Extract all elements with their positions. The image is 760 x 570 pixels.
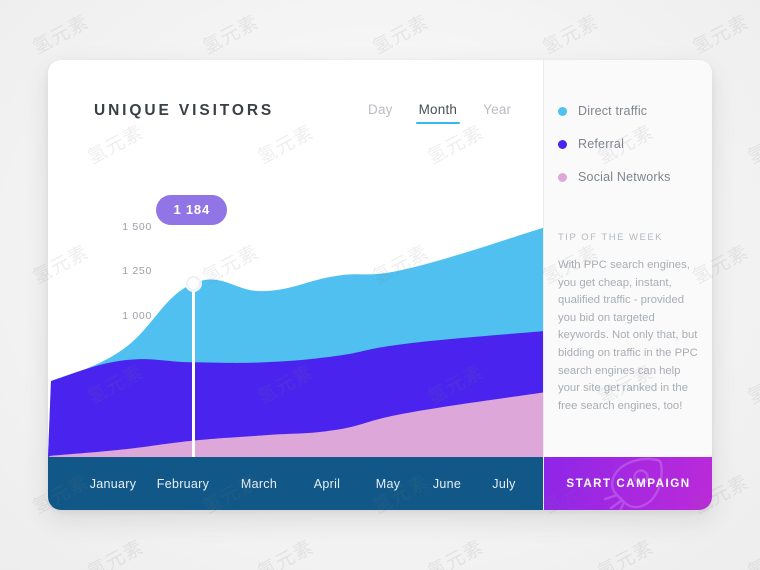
tip-of-the-week: TIP OF THE WEEK With PPC search engines,… <box>558 232 702 415</box>
dashboard-card: UNIQUE VISITORS Day Month Year 1 500 1 2… <box>48 60 712 510</box>
month-tab-july[interactable]: July <box>476 477 532 491</box>
watermark-text: 氢元素 <box>424 536 488 570</box>
tip-heading: TIP OF THE WEEK <box>558 232 664 243</box>
watermark-text: 氢元素 <box>744 536 760 570</box>
month-tab-january[interactable]: January <box>82 477 144 491</box>
month-tab-june[interactable]: June <box>418 477 476 491</box>
watermark-text: 氢元素 <box>594 536 658 570</box>
stacked-area-chart <box>48 227 543 457</box>
chart-legend: Direct traffic Referral Social Networks <box>558 104 671 203</box>
month-tab-february[interactable]: February <box>144 477 222 491</box>
start-campaign-button[interactable]: START CAMPAIGN <box>544 457 712 510</box>
chart-region: UNIQUE VISITORS Day Month Year 1 500 1 2… <box>48 60 543 510</box>
watermark-text: 氢元素 <box>744 121 760 169</box>
start-campaign-label: START CAMPAIGN <box>566 477 691 490</box>
tooltip-value-badge[interactable]: 1 184 <box>156 195 227 226</box>
legend-dot-icon <box>558 106 567 116</box>
legend-dot-icon <box>558 139 567 149</box>
legend-label: Referral <box>578 137 625 151</box>
legend-item-direct-traffic[interactable]: Direct traffic <box>558 104 671 118</box>
legend-dot-icon <box>558 172 567 182</box>
watermark-text: 氢元素 <box>29 11 93 59</box>
month-tab-may[interactable]: May <box>358 477 418 491</box>
watermark-text: 氢元素 <box>369 11 433 59</box>
watermark-text: 氢元素 <box>539 11 603 59</box>
sidebar: Direct traffic Referral Social Networks … <box>543 60 712 510</box>
tip-body: With PPC search engines, you get cheap, … <box>558 259 698 412</box>
legend-label: Social Networks <box>578 170 671 184</box>
legend-label: Direct traffic <box>578 104 648 118</box>
watermark-text: 氢元素 <box>689 11 753 59</box>
legend-item-referral[interactable]: Referral <box>558 137 671 151</box>
watermark-text: 氢元素 <box>744 361 760 409</box>
watermark-text: 氢元素 <box>84 536 148 570</box>
watermark-text: 氢元素 <box>254 536 318 570</box>
month-tab-april[interactable]: April <box>296 477 358 491</box>
months-axis-bar: January February March April May June Ju… <box>48 457 543 510</box>
watermark-text: 氢元素 <box>199 11 263 59</box>
month-tab-march[interactable]: March <box>222 477 296 491</box>
legend-item-social-networks[interactable]: Social Networks <box>558 170 671 184</box>
